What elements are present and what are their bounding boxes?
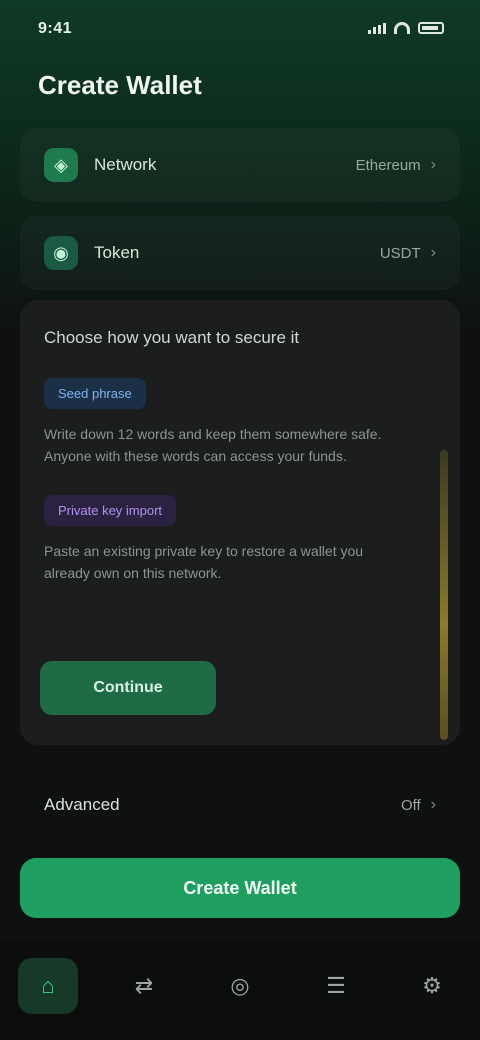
status-time: 9:41	[38, 20, 73, 37]
token-icon: ◉	[44, 236, 78, 270]
nav-history-icon[interactable]: ☰	[306, 958, 366, 1014]
continue-label: Continue	[93, 679, 163, 696]
nav-home-icon[interactable]: ⌂	[18, 958, 78, 1014]
private-key-description: Paste an existing private key to restore…	[44, 543, 364, 581]
network-value: Ethereum	[355, 156, 421, 174]
security-card: Choose how you want to secure it Seed ph…	[20, 300, 460, 745]
page-title: Create Wallet	[38, 70, 202, 100]
private-key-tag[interactable]: Private key import	[44, 495, 177, 526]
accent-bar	[440, 450, 448, 740]
battery-icon	[418, 22, 444, 34]
chevron-right-icon: ›	[430, 796, 436, 813]
network-row[interactable]: ◈ Network Ethereum ›	[20, 128, 460, 202]
bottom-nav: ⌂ ⇄ ◎ ☰ ⚙	[0, 940, 480, 1040]
network-icon: ◈	[44, 148, 78, 182]
token-value: USDT	[379, 244, 421, 262]
chevron-right-icon: ›	[430, 156, 436, 173]
advanced-label: Advanced	[44, 795, 120, 814]
card-heading: Choose how you want to secure it	[44, 328, 300, 347]
seed-phrase-tag[interactable]: Seed phrase	[44, 378, 146, 409]
nav-swap-icon[interactable]: ⇄	[114, 958, 174, 1014]
wifi-icon	[394, 22, 410, 34]
advanced-value: Off	[400, 796, 421, 814]
chevron-right-icon: ›	[430, 244, 436, 261]
continue-button[interactable]: Continue	[40, 661, 216, 715]
nav-settings-icon[interactable]: ⚙	[402, 958, 462, 1014]
create-wallet-button[interactable]: Create Wallet	[20, 858, 460, 918]
seed-phrase-description: Write down 12 words and keep them somewh…	[44, 426, 382, 464]
signal-icon	[368, 22, 386, 34]
status-icons	[368, 22, 444, 34]
token-label: Token	[94, 243, 140, 262]
token-row[interactable]: ◉ Token USDT ›	[20, 216, 460, 290]
network-label: Network	[94, 155, 157, 174]
advanced-row[interactable]: Advanced Off ›	[20, 768, 460, 842]
status-bar: 9:41	[0, 0, 480, 60]
nav-scan-icon[interactable]: ◎	[210, 958, 270, 1014]
